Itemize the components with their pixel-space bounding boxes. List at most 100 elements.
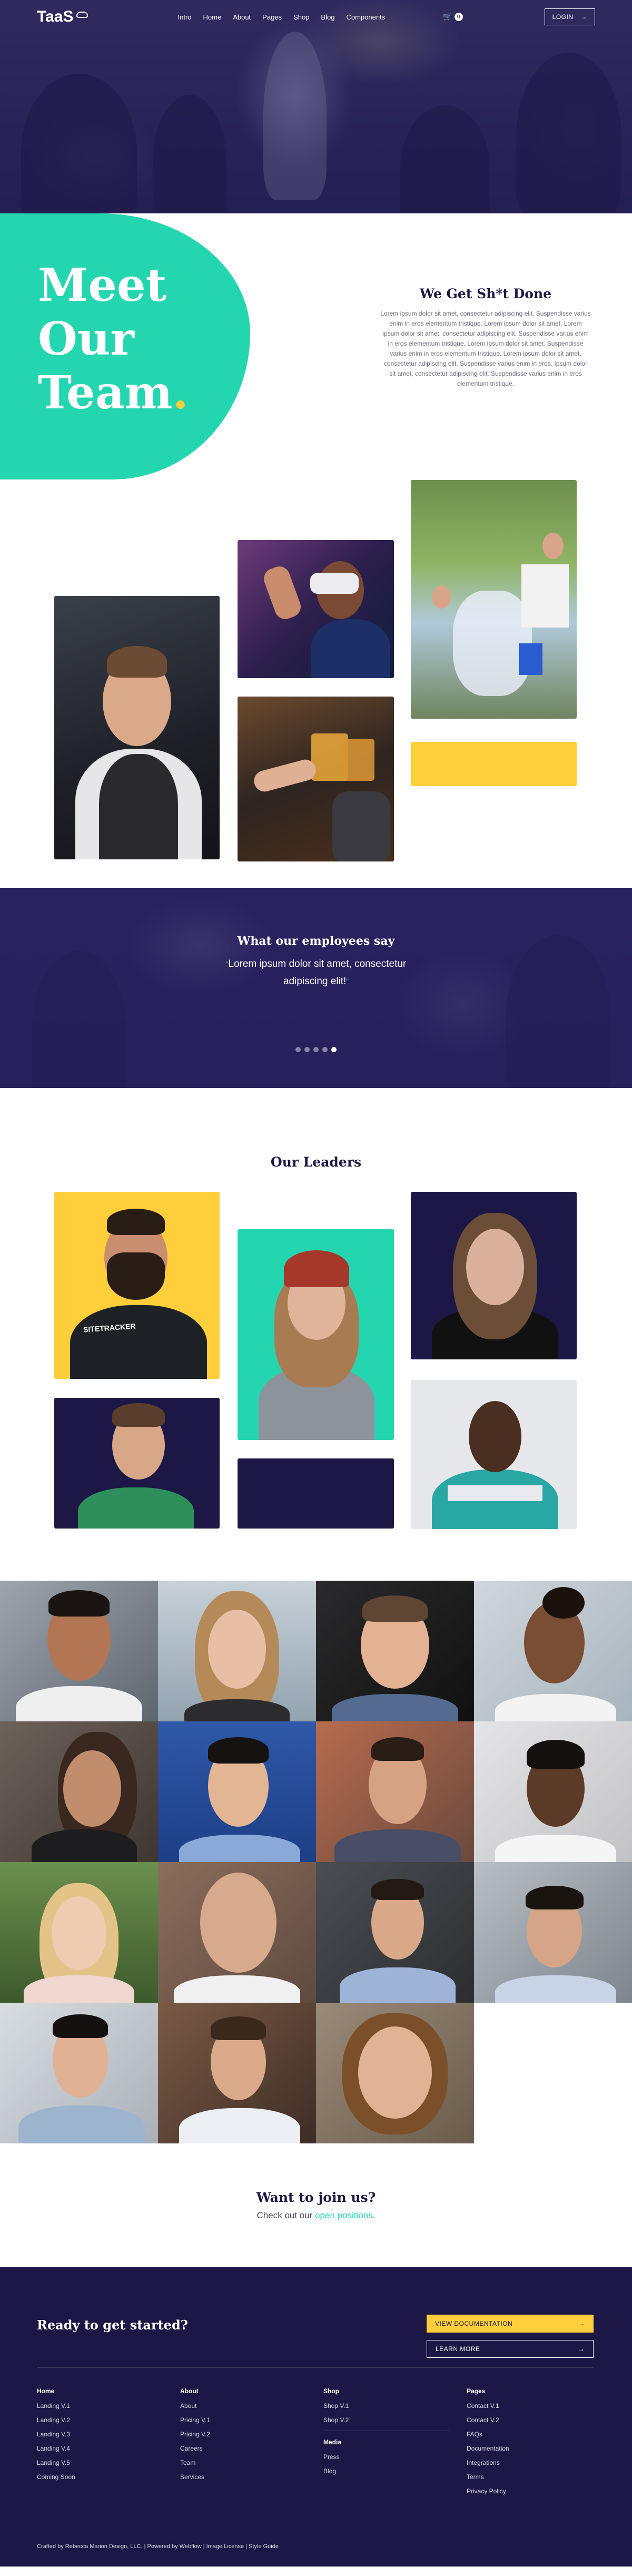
leader-card[interactable] (411, 1192, 577, 1359)
footer-link[interactable]: Integrations (467, 2459, 593, 2466)
footer-link[interactable]: Landing V.1 (37, 2402, 163, 2410)
team-member-photo[interactable] (0, 1862, 158, 2003)
team-member-photo[interactable] (158, 2003, 316, 2143)
nav-item-shop[interactable]: Shop (293, 13, 309, 21)
testimonial-heading: What our employees say (237, 934, 395, 948)
logo[interactable]: TaaS (37, 8, 88, 26)
learn-more-label: LEARN MORE (436, 2345, 480, 2353)
team-member-photo[interactable] (474, 1721, 632, 1862)
title-line-2: Our (38, 312, 134, 366)
team-member-photo[interactable] (474, 1581, 632, 1721)
footer-link[interactable]: Careers (180, 2445, 307, 2452)
leader-card[interactable] (411, 1380, 577, 1529)
footer-link[interactable]: Services (180, 2473, 307, 2481)
open-positions-link[interactable]: open positions (315, 2210, 373, 2220)
leader-card[interactable] (54, 1398, 220, 1529)
footer-link[interactable]: Privacy Policy (467, 2487, 593, 2495)
cart-button[interactable]: 🛒 0 (443, 13, 463, 21)
leader-card[interactable]: SITETRACKER (54, 1192, 220, 1379)
footer-link[interactable]: Press (323, 2453, 450, 2461)
cart-icon[interactable]: 🛒 (443, 13, 452, 21)
view-documentation-label: VIEW DOCUMENTATION (435, 2320, 513, 2327)
testimonial-quote: “Lorem ipsum dolor sit amet, consectetur… (0, 955, 632, 990)
footer-link[interactable]: Landing V.5 (37, 2459, 163, 2466)
intro-heading: We Get Sh*t Done (419, 286, 552, 301)
join-section: Want to join us? Check out our open posi… (0, 2143, 632, 2267)
leader-card-empty (238, 1458, 394, 1529)
intro-block: We Get Sh*t Done Lorem ipsum dolor sit a… (380, 286, 591, 389)
footer-link[interactable]: Landing V.3 (37, 2431, 163, 2438)
nav-item-about[interactable]: About (233, 13, 251, 21)
team-member-photo[interactable] (316, 1721, 474, 1862)
intro-body: Lorem ipsum dolor sit amet, consectetur … (380, 310, 591, 387)
footer-link[interactable]: Terms (467, 2473, 593, 2481)
footer-link[interactable]: Shop V.1 (323, 2402, 450, 2410)
slider-dot[interactable] (295, 1047, 301, 1052)
team-member-photo[interactable] (316, 2003, 474, 2143)
team-member-photo[interactable] (158, 1721, 316, 1862)
team-member-photo[interactable] (0, 1581, 158, 1721)
leader-card[interactable] (238, 1229, 394, 1440)
nav-item-intro[interactable]: Intro (177, 13, 191, 21)
login-button[interactable]: LOGIN → (544, 8, 595, 25)
footer-link[interactable]: FAQs (467, 2431, 593, 2438)
join-heading: Want to join us? (256, 2190, 376, 2205)
team-member-photo[interactable] (474, 1862, 632, 2003)
slider-dot[interactable] (322, 1047, 328, 1052)
grid-empty-cell (474, 2003, 632, 2143)
footer-link[interactable]: Coming Soon (37, 2473, 163, 2481)
footer-link[interactable]: Pricing V.1 (180, 2416, 307, 2424)
footer-link[interactable]: Contact V.2 (467, 2416, 593, 2424)
nav-item-home[interactable]: Home (203, 13, 222, 21)
view-documentation-button[interactable]: VIEW DOCUMENTATION → (427, 2315, 594, 2333)
leaders-heading: Our Leaders (270, 1154, 362, 1170)
arrow-right-icon: → (578, 2320, 585, 2327)
footer-divider (37, 2367, 594, 2368)
team-photo-cheers (238, 697, 394, 861)
title-line-3: Team (38, 366, 173, 419)
slider-dot[interactable] (313, 1047, 319, 1052)
nav-item-pages[interactable]: Pages (262, 13, 282, 21)
footer-column-title: Home (37, 2387, 55, 2395)
join-text-prefix: Check out our (256, 2210, 315, 2220)
team-photo-water-splash (411, 480, 577, 719)
join-text: Check out our open positions. (0, 2210, 632, 2221)
team-member-photo[interactable] (158, 1581, 316, 1721)
footer-link[interactable]: About (180, 2402, 307, 2410)
testimonial-slide: What our employees say “Lorem ipsum dolo… (0, 934, 632, 990)
team-member-photo[interactable] (0, 2003, 158, 2143)
join-text-suffix: . (372, 2210, 376, 2220)
footer-link[interactable]: Landing V.4 (37, 2445, 163, 2452)
footer-link[interactable]: Landing V.2 (37, 2416, 163, 2424)
leaders-section: Our Leaders SITETRACKER (0, 1088, 632, 1581)
team-member-photo[interactable] (316, 1581, 474, 1721)
slider-dot[interactable] (304, 1047, 310, 1052)
footer-link[interactable]: Contact V.1 (467, 2402, 593, 2410)
learn-more-button[interactable]: LEARN MORE → (427, 2340, 594, 2358)
logo-text[interactable]: TaaS (37, 8, 73, 26)
nav-item-components[interactable]: Components (346, 13, 385, 21)
footer-link[interactable]: Shop V.2 (323, 2416, 450, 2424)
photo-collage (0, 480, 632, 888)
team-member-photo[interactable] (0, 1721, 158, 1862)
quote-line-2: adipiscing elit! (283, 976, 347, 987)
quote-line-1: Lorem ipsum dolor sit amet, consectetur (228, 958, 407, 969)
nav-menu: Intro Home About Pages Shop Blog Compone… (177, 13, 385, 21)
cart-count-badge: 0 (454, 13, 463, 21)
team-photo-man (54, 596, 220, 859)
footer-column-title: Media (323, 2438, 342, 2446)
team-member-photo[interactable] (316, 1862, 474, 2003)
footer-column-title: About (180, 2387, 199, 2395)
footer-link[interactable]: Team (180, 2459, 307, 2466)
hero-banner: TaaS Intro Home About Pages Shop Blog Co… (0, 0, 632, 213)
footer-link[interactable]: Pricing V.2 (180, 2431, 307, 2438)
footer-column-shop: Shop Shop V.1 Shop V.2 Media Press Blog (323, 2387, 450, 2482)
team-photo-grid (0, 1581, 632, 2143)
footer-credits[interactable]: Crafted by Rebecca Marion Design, LLC. |… (37, 2543, 279, 2550)
footer-link[interactable]: Blog (323, 2467, 450, 2475)
cloud-icon (76, 12, 88, 18)
slider-dot-active[interactable] (331, 1047, 337, 1052)
footer-link[interactable]: Documentation (467, 2445, 593, 2452)
team-member-photo[interactable] (158, 1862, 316, 2003)
nav-item-blog[interactable]: Blog (321, 13, 334, 21)
